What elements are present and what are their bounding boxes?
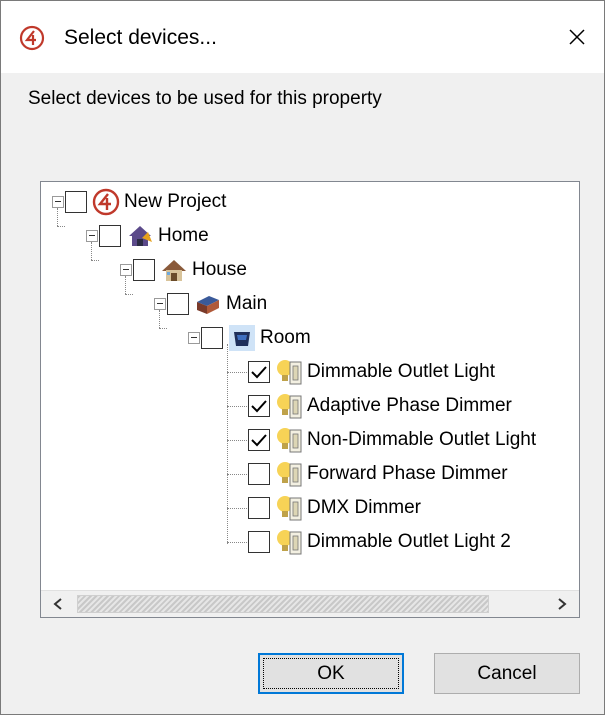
checkbox-new-project[interactable]: [65, 191, 87, 213]
collapse-toggle[interactable]: [86, 230, 98, 242]
room-icon: [229, 325, 255, 351]
select-devices-dialog: Select devices... Select devices to be u…: [0, 0, 605, 715]
ok-button[interactable]: OK: [258, 653, 404, 694]
tree-node-home[interactable]: Home: [86, 221, 209, 251]
tree-node-label: Main: [226, 293, 268, 314]
close-button[interactable]: [557, 19, 597, 55]
tree-node-room[interactable]: Room: [188, 323, 311, 353]
cancel-button[interactable]: Cancel: [434, 653, 580, 694]
tree-connector: [57, 226, 65, 227]
tree-device-item[interactable]: Dimmable Outlet Light: [248, 357, 495, 387]
tree-node-label: Room: [260, 327, 311, 348]
close-icon: [569, 29, 585, 45]
tree-connector: [91, 260, 99, 261]
device-checkbox[interactable]: [248, 429, 270, 451]
tree-node-house[interactable]: House: [120, 255, 247, 285]
checkmark-icon: [251, 400, 267, 413]
cancel-button-label: Cancel: [477, 662, 537, 684]
tree-node-main[interactable]: Main: [154, 289, 267, 319]
checkbox-main[interactable]: [167, 293, 189, 315]
tree-node-label: Home: [158, 225, 209, 246]
checkmark-icon: [251, 366, 267, 379]
checkbox-room[interactable]: [201, 327, 223, 349]
chevron-left-icon: [53, 598, 62, 610]
light-icon: [277, 394, 302, 419]
tree-connector: [159, 328, 167, 329]
scroll-right-button[interactable]: [545, 591, 579, 617]
light-icon: [277, 462, 302, 487]
control4-logo-icon: [92, 188, 120, 216]
device-label: Dimmable Outlet Light: [307, 361, 495, 382]
tree-device-item[interactable]: Dimmable Outlet Light 2: [248, 527, 511, 557]
light-icon: [277, 530, 302, 555]
dialog-title: Select devices...: [64, 26, 217, 49]
tree-device-item[interactable]: Forward Phase Dimmer: [248, 459, 508, 489]
chevron-right-icon: [558, 598, 567, 610]
tree-connector: [125, 294, 133, 295]
control4-logo-icon: [19, 25, 45, 51]
tree-node-label: New Project: [124, 191, 227, 212]
instruction-text: Select devices to be used for this prope…: [28, 88, 382, 109]
collapse-toggle[interactable]: [52, 196, 64, 208]
house-icon: [162, 260, 186, 281]
device-label: Dimmable Outlet Light 2: [307, 531, 511, 552]
collapse-toggle[interactable]: [120, 264, 132, 276]
tree-node-label: House: [192, 259, 247, 280]
light-icon: [277, 428, 302, 453]
device-label: Non-Dimmable Outlet Light: [307, 429, 537, 450]
tree-connector: [227, 406, 247, 407]
light-icon: [277, 360, 302, 385]
checkbox-home[interactable]: [99, 225, 121, 247]
scroll-left-button[interactable]: [41, 591, 75, 617]
device-checkbox[interactable]: [248, 531, 270, 553]
home-icon: [129, 226, 152, 246]
tree-device-item[interactable]: Adaptive Phase Dimmer: [248, 391, 512, 421]
tree-connector: [227, 440, 247, 441]
tree-connector: [227, 508, 247, 509]
device-checkbox[interactable]: [248, 463, 270, 485]
floor-icon: [197, 296, 219, 314]
tree-connector: [227, 344, 228, 544]
collapse-toggle[interactable]: [154, 298, 166, 310]
focus-rectangle: [263, 658, 399, 689]
checkbox-house[interactable]: [133, 259, 155, 281]
tree-connector: [227, 372, 247, 373]
tree-device-item[interactable]: Non-Dimmable Outlet Light: [248, 425, 536, 455]
device-checkbox[interactable]: [248, 497, 270, 519]
tree-connector: [227, 542, 247, 543]
device-tree[interactable]: New Project Home House Main Room Dimmabl…: [40, 181, 580, 618]
scrollbar-thumb[interactable]: [77, 595, 489, 613]
tree-connector: [227, 474, 247, 475]
title-bar: Select devices...: [1, 1, 604, 73]
device-label: DMX Dimmer: [307, 497, 421, 518]
checkmark-icon: [251, 434, 267, 447]
device-checkbox[interactable]: [248, 395, 270, 417]
horizontal-scrollbar[interactable]: [41, 590, 579, 617]
device-label: Adaptive Phase Dimmer: [307, 395, 512, 416]
light-icon: [277, 496, 302, 521]
device-checkbox[interactable]: [248, 361, 270, 383]
collapse-toggle[interactable]: [188, 332, 200, 344]
tree-device-item[interactable]: DMX Dimmer: [248, 493, 421, 523]
tree-node-new-project[interactable]: New Project: [52, 187, 226, 217]
device-label: Forward Phase Dimmer: [307, 463, 508, 484]
